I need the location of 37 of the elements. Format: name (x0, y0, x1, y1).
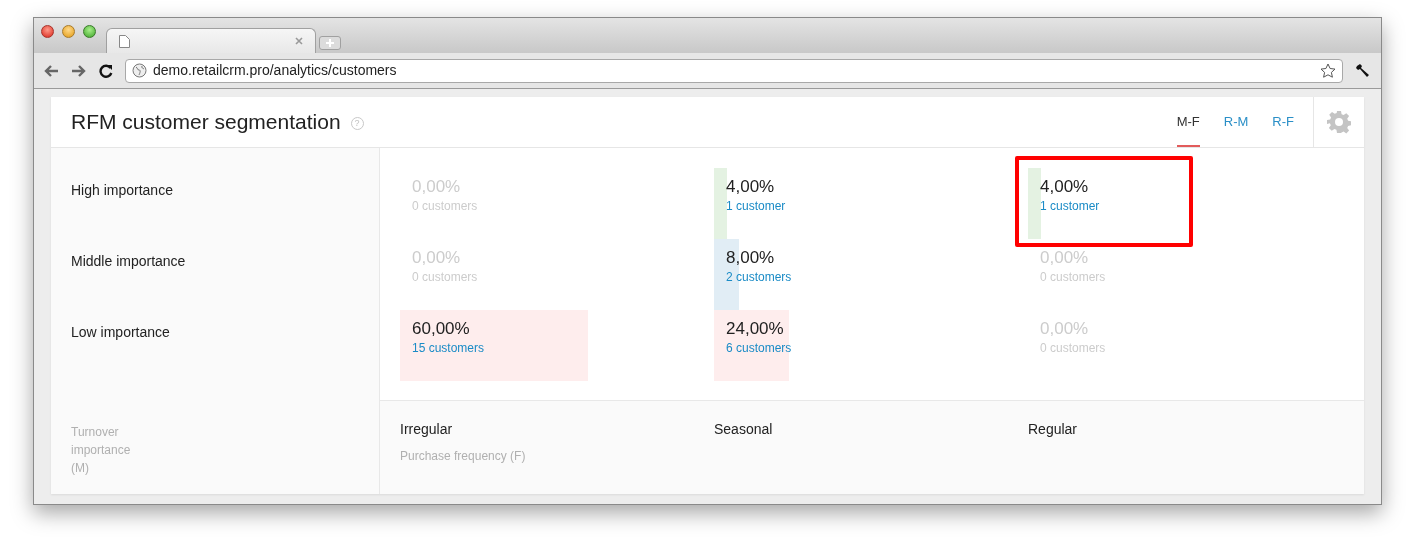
row-label: Low importance (71, 324, 170, 340)
back-icon[interactable] (43, 63, 59, 78)
customer-count[interactable]: 1 customer (1040, 198, 1100, 214)
plus-icon (326, 39, 334, 47)
close-icon[interactable] (295, 37, 303, 45)
row-label: High importance (71, 182, 173, 198)
url-text: demo.retailcrm.pro/analytics/customers (153, 61, 398, 80)
report-title: RFM customer segmentation (71, 109, 341, 136)
view-tab[interactable]: M-F (1176, 97, 1200, 147)
star-icon[interactable] (1320, 62, 1336, 79)
column-label: Regular (1028, 421, 1078, 437)
percent-value: 60,00% (412, 318, 470, 340)
browser-tab[interactable] (106, 28, 316, 53)
close-window-icon[interactable] (41, 25, 54, 38)
address-bar[interactable]: demo.retailcrm.pro/analytics/customers (125, 58, 1343, 83)
customer-count[interactable]: 15 customers (412, 340, 485, 356)
axis-label: Turnover importance (M) (71, 424, 132, 477)
percent-value: 4,00% (726, 176, 775, 198)
customer-count[interactable]: 2 customers (726, 269, 792, 285)
minimize-window-icon[interactable] (62, 25, 75, 38)
customer-count[interactable]: 6 customers (726, 340, 792, 356)
percent-value: 4,00% (1040, 176, 1089, 198)
percent-value: 24,00% (726, 318, 784, 340)
percent-value: 8,00% (726, 247, 775, 269)
forward-icon[interactable] (71, 63, 87, 78)
customer-count[interactable]: 1 customer (726, 198, 786, 214)
page-icon (119, 34, 130, 48)
column-label: Irregular (400, 421, 453, 437)
reload-icon[interactable] (99, 63, 113, 78)
maximize-window-icon[interactable] (83, 25, 96, 38)
new-tab-button[interactable] (319, 36, 341, 50)
view-tab[interactable]: R-F (1272, 97, 1294, 147)
row-label: Middle importance (71, 253, 186, 269)
column-label: Seasonal (714, 421, 773, 437)
axis-label: Purchase frequency (F) (400, 448, 527, 465)
globe-icon (132, 63, 147, 78)
view-tab[interactable]: R-M (1223, 97, 1249, 147)
